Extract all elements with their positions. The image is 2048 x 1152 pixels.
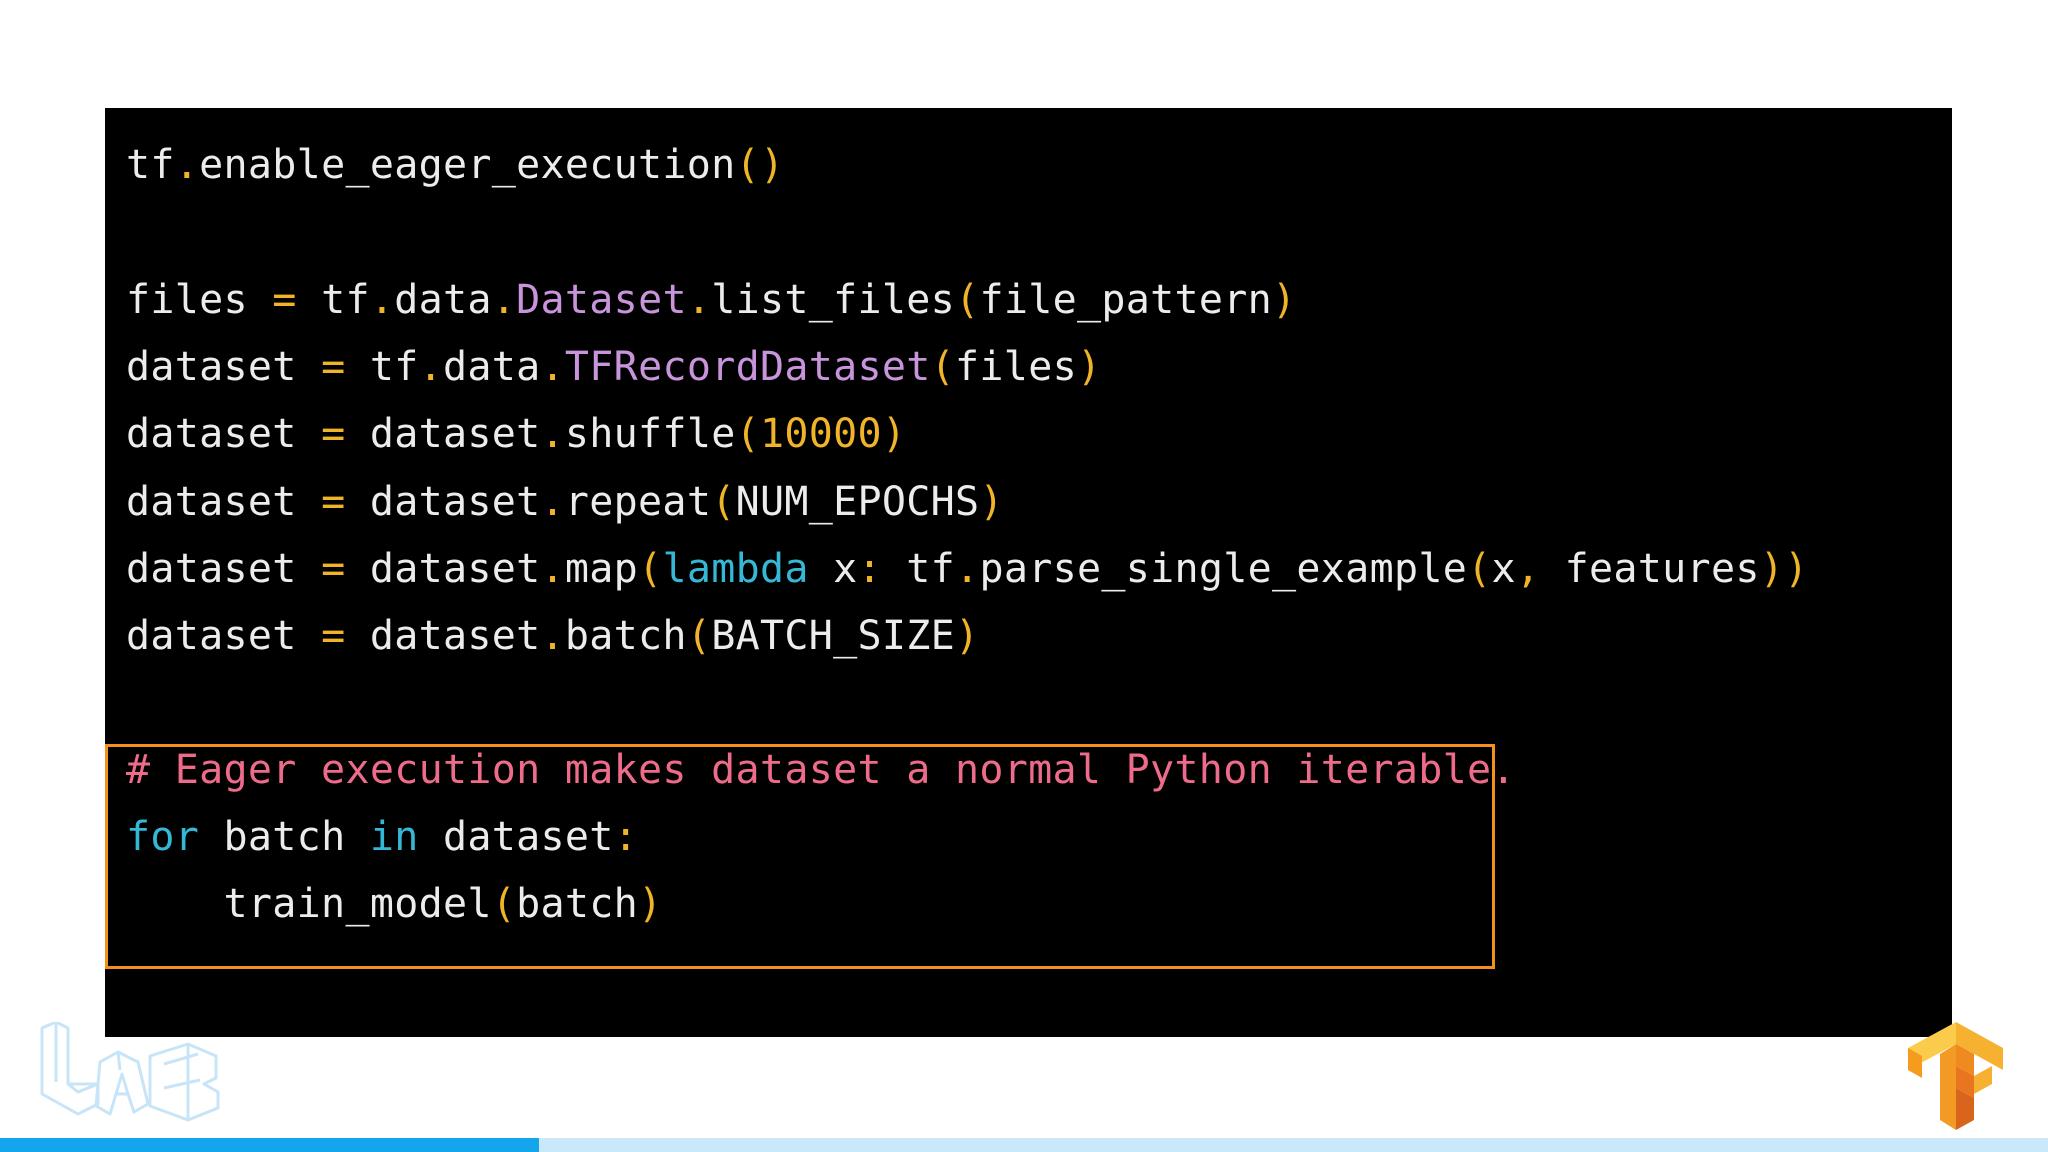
code-token: NUM_EPOCHS — [735, 479, 980, 525]
code-token: . — [491, 277, 517, 323]
code-token: . — [540, 479, 565, 525]
code-token: ) — [1076, 344, 1102, 390]
tensorflow-logo-icon — [1908, 1022, 2003, 1130]
code-line: dataset = dataset.shuffle(10000) — [126, 410, 906, 458]
code-token: dataset — [345, 479, 541, 525]
code-token: TFRecordDataset — [564, 344, 931, 390]
code-token: ( — [930, 344, 956, 390]
code-token: = — [321, 344, 346, 390]
code-token: dataset — [126, 546, 322, 592]
progress-bar-fill — [0, 1138, 539, 1152]
code-token: ( — [711, 479, 736, 525]
code-token: tf — [296, 277, 370, 323]
code-token: = — [321, 479, 346, 525]
code-token: enable_eager_execution — [199, 142, 736, 188]
code-token: ) — [979, 479, 1004, 525]
code-token: file_pattern — [979, 277, 1273, 323]
code-token: tf — [345, 344, 419, 390]
code-token: ) — [1272, 277, 1297, 323]
code-token: list_files — [711, 277, 956, 323]
code-token: x — [1491, 546, 1516, 592]
highlight-box — [105, 744, 1495, 969]
code-token: ( — [955, 277, 980, 323]
presentation-progress-bar — [0, 1138, 2048, 1152]
code-token: x — [808, 546, 858, 592]
code-token: Dataset — [516, 277, 687, 323]
code-token: , — [1515, 546, 1541, 592]
code-token: = — [272, 277, 297, 323]
code-token: . — [955, 546, 980, 592]
code-token: . — [369, 277, 395, 323]
code-line: dataset = dataset.batch(BATCH_SIZE) — [126, 612, 979, 660]
code-token: . — [418, 344, 443, 390]
code-line: dataset = dataset.repeat(NUM_EPOCHS) — [126, 478, 1004, 526]
code-token: ) — [881, 411, 907, 457]
code-token: dataset — [126, 479, 322, 525]
code-token: dataset — [126, 613, 322, 659]
code-token: dataset — [126, 344, 322, 390]
code-token: dataset — [345, 411, 541, 457]
code-token: ( — [686, 613, 712, 659]
code-token: dataset — [345, 613, 541, 659]
code-token: ( — [735, 411, 760, 457]
code-token: . — [540, 411, 565, 457]
code-token: . — [686, 277, 712, 323]
code-line: files = tf.data.Dataset.list_files(file_… — [126, 276, 1296, 324]
code-token: = — [321, 546, 346, 592]
code-token: data — [443, 344, 541, 390]
code-token: tf — [126, 142, 175, 188]
code-token: lambda — [662, 546, 809, 592]
code-token: data — [394, 277, 492, 323]
code-token: ) — [955, 613, 980, 659]
code-token: . — [540, 613, 565, 659]
code-token: files — [126, 277, 273, 323]
code-token: 10000 — [759, 411, 882, 457]
code-token: = — [321, 411, 346, 457]
code-line: dataset = dataset.map(lambda x: tf.parse… — [126, 545, 1808, 593]
ml-lab-logo-icon — [38, 1020, 238, 1122]
code-token: dataset — [126, 411, 322, 457]
code-token: : — [857, 546, 882, 592]
code-token: repeat — [564, 479, 712, 525]
code-token: features — [1540, 546, 1760, 592]
code-token: files — [955, 344, 1077, 390]
code-line: tf.enable_eager_execution() — [126, 141, 784, 189]
code-token: . — [174, 142, 200, 188]
code-token: dataset — [345, 546, 541, 592]
code-token: )) — [1759, 546, 1809, 592]
code-token: shuffle — [564, 411, 736, 457]
code-token: batch — [564, 613, 687, 659]
code-token: ( — [1467, 546, 1492, 592]
code-token: BATCH_SIZE — [711, 613, 956, 659]
code-token: () — [735, 142, 785, 188]
code-token: . — [540, 344, 565, 390]
code-line: dataset = tf.data.TFRecordDataset(files) — [126, 343, 1101, 391]
code-token: ( — [638, 546, 663, 592]
code-token: map — [564, 546, 639, 592]
code-token: tf — [881, 546, 956, 592]
code-token: parse_single_example — [979, 546, 1468, 592]
code-token: = — [321, 613, 346, 659]
code-token: . — [540, 546, 565, 592]
